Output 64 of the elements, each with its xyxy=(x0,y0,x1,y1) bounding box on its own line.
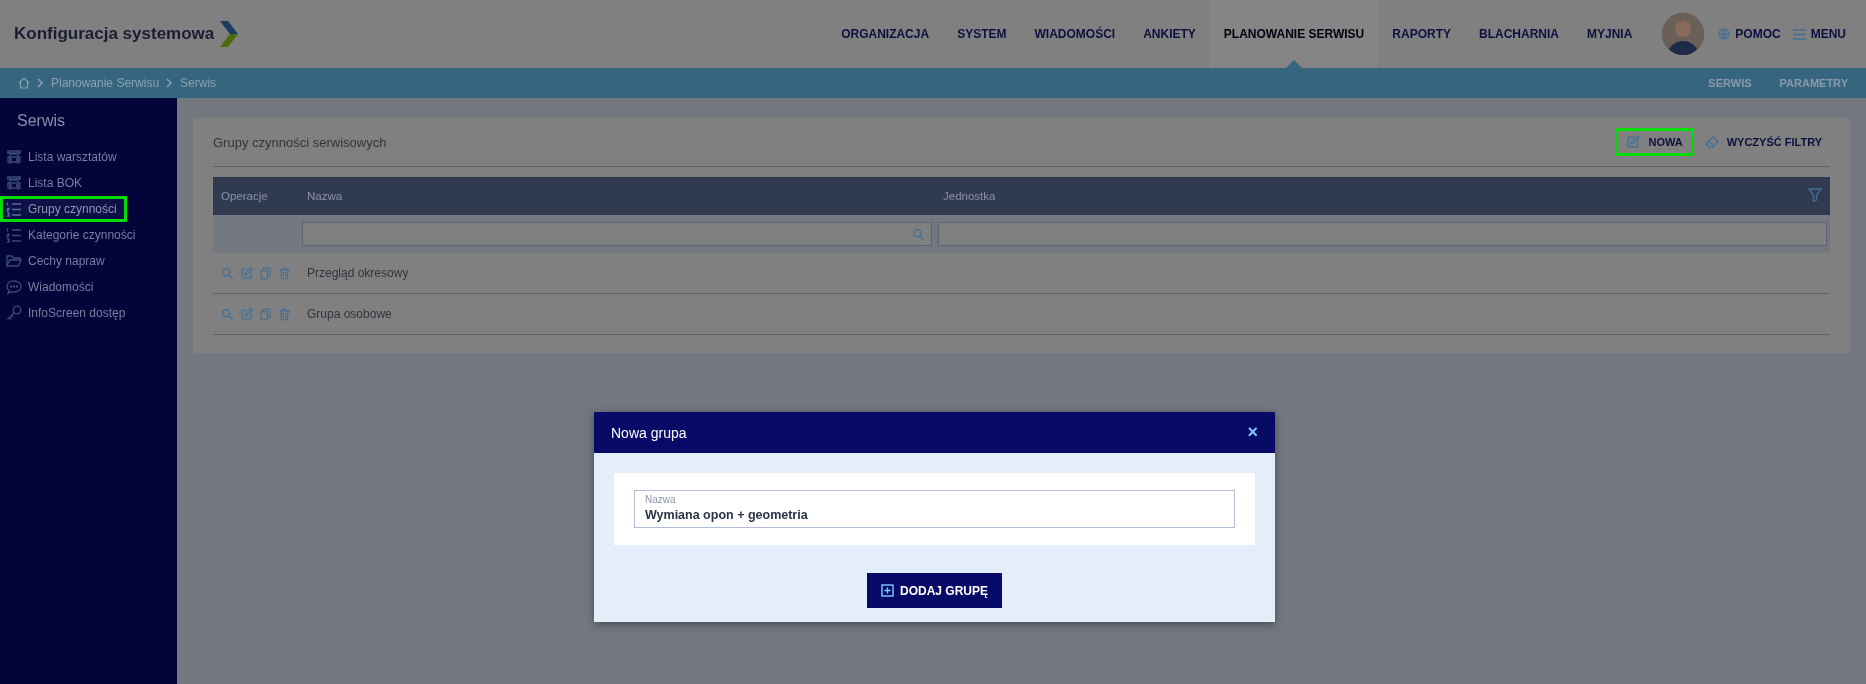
sidebar-item[interactable]: Lista BOK xyxy=(0,170,177,196)
nav-tab[interactable]: ANKIETY xyxy=(1129,0,1210,68)
numbered-list-icon xyxy=(6,227,22,243)
folder-icon xyxy=(6,253,22,269)
close-button[interactable]: × xyxy=(1247,422,1258,443)
trash-icon[interactable] xyxy=(278,307,291,321)
chevron-right-icon xyxy=(166,78,174,88)
toolbar-button[interactable]: NOWA xyxy=(1618,131,1691,153)
numbered-list-icon xyxy=(6,201,22,217)
toolbar-button[interactable]: WYCZYŚĆ FILTRY xyxy=(1696,131,1830,153)
name-input[interactable]: Wymiana opon + geometria xyxy=(645,508,1224,522)
nav-tab[interactable]: PLANOWANIE SERWISU xyxy=(1209,0,1379,68)
globe-icon xyxy=(1718,28,1731,40)
column-header: Jednostka xyxy=(935,177,1794,215)
menu-button[interactable]: MENU xyxy=(1786,27,1852,41)
sidebar-item[interactable]: Cechy napraw xyxy=(0,248,177,274)
copy-icon[interactable] xyxy=(259,266,272,280)
nav-tab[interactable]: SYSTEM xyxy=(943,0,1021,68)
edit-icon[interactable] xyxy=(240,307,253,321)
car-icon xyxy=(6,149,22,165)
table-cell: Przegląd okresowy xyxy=(307,266,409,280)
chevron-logo-icon xyxy=(218,19,241,49)
name-filter-field[interactable] xyxy=(302,222,932,246)
nav-tab[interactable]: WIADOMOŚCI xyxy=(1020,0,1130,68)
plus-square-icon xyxy=(881,584,894,597)
trash-icon[interactable] xyxy=(278,266,291,280)
breadcrumb-link[interactable]: Planowanie Serwisu xyxy=(51,76,160,90)
app-title: Konfiguracja systemowa xyxy=(14,24,215,44)
chat-icon xyxy=(6,279,22,295)
sidebar-item[interactable]: Grupy czynności xyxy=(0,196,127,222)
unit-filter-field[interactable] xyxy=(938,222,1827,246)
column-header: Nazwa xyxy=(299,177,935,215)
nav-tab[interactable]: RAPORTY xyxy=(1378,0,1465,68)
nav-tab[interactable]: ORGANIZACJA xyxy=(827,0,944,68)
nav-tab[interactable]: BLACHARNIA xyxy=(1464,0,1573,68)
sidebar-item[interactable]: Wiadomości xyxy=(0,274,177,300)
sidebar-item[interactable]: Lista warsztatów xyxy=(0,144,177,170)
help-link[interactable]: POMOC xyxy=(1712,27,1787,41)
chevron-right-icon xyxy=(37,78,44,88)
add-group-button[interactable]: DODAJ GRUPĘ xyxy=(867,573,1002,608)
field-label: Nazwa xyxy=(645,494,677,505)
panel-title: Grupy czynności serwisowych xyxy=(213,134,387,150)
menu-icon xyxy=(1792,28,1806,40)
search-icon[interactable] xyxy=(221,266,234,280)
sidebar-title: Serwis xyxy=(16,112,66,131)
eraser-icon xyxy=(1704,135,1719,149)
avatar-icon[interactable] xyxy=(1662,13,1705,55)
search-icon[interactable] xyxy=(221,307,234,321)
name-field[interactable]: Nazwa Wymiana opon + geometria xyxy=(634,490,1235,528)
table-cell: Grupa osobowe xyxy=(307,307,392,321)
column-header: Operacje xyxy=(213,177,299,215)
edit-icon[interactable] xyxy=(1626,135,1641,149)
key-icon xyxy=(6,305,22,321)
breadcrumb-link[interactable]: Serwis xyxy=(180,76,217,90)
sidebar-item[interactable]: InfoScreen dostęp xyxy=(0,300,177,326)
search-icon[interactable] xyxy=(912,227,925,241)
filter-icon[interactable] xyxy=(1808,188,1822,202)
nav-tab[interactable]: MYJNIA xyxy=(1572,0,1647,68)
home-icon[interactable] xyxy=(18,77,30,89)
copy-icon[interactable] xyxy=(259,307,272,321)
edit-icon[interactable] xyxy=(240,266,253,280)
car-icon xyxy=(6,175,22,191)
dialog-title: Nowa grupa xyxy=(611,424,687,441)
sidebar-item[interactable]: Kategorie czynności xyxy=(0,222,177,248)
